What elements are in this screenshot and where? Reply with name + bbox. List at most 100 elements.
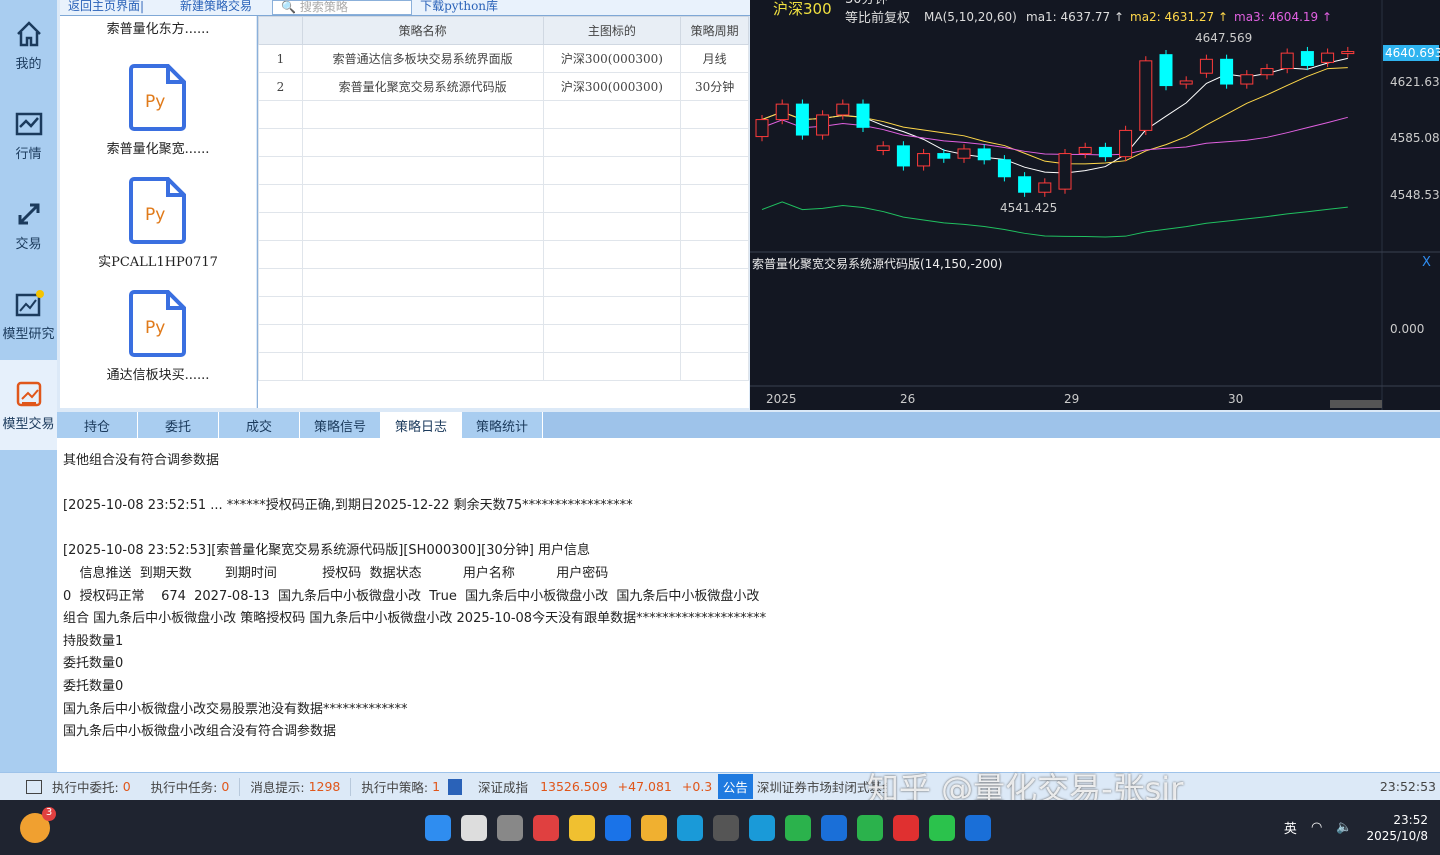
- message-count[interactable]: 1298: [309, 779, 341, 794]
- sidebar-item-trade[interactable]: 交易: [0, 180, 57, 270]
- adjust-label: 等比前复权: [845, 10, 910, 26]
- taskbar-app-icon[interactable]: [605, 814, 631, 841]
- sidebar-item-model-research[interactable]: 模型研究: [0, 270, 57, 360]
- taskbar-app-icon[interactable]: [425, 814, 451, 841]
- weather-widget[interactable]: 3: [20, 806, 56, 843]
- table-row[interactable]: 2 索普量化聚宽交易系统源代码版 沪深300(000300) 30分钟: [258, 72, 749, 101]
- table-cell: [258, 324, 303, 353]
- table-cell: [301, 156, 544, 185]
- table-cell: [680, 184, 749, 213]
- table-row[interactable]: 1 索普通达信多板块交易系统界面版 沪深300(000300) 月线: [258, 44, 749, 73]
- back-home-link[interactable]: 返回主页界面|: [60, 0, 152, 15]
- taskbar-app-icon[interactable]: [677, 814, 703, 841]
- sidebar-item-label: 交易: [15, 236, 42, 252]
- ime-indicator[interactable]: 英: [1284, 818, 1297, 837]
- message-label[interactable]: 消息提示:: [250, 777, 304, 796]
- close-indicator-button[interactable]: X: [1422, 255, 1431, 270]
- table-cell: [258, 268, 303, 297]
- table-cell: 2: [258, 72, 303, 101]
- clock-date[interactable]: 2025/10/8: [1366, 828, 1428, 844]
- taskbar-app-icon[interactable]: [461, 814, 487, 841]
- ma1-value: ma1: 4637.77 ↑: [1026, 10, 1124, 24]
- sidebar-item-mine[interactable]: 我的: [0, 0, 57, 90]
- table-row[interactable]: [258, 324, 749, 353]
- table-cell: [542, 352, 682, 381]
- taskbar-app-icon[interactable]: [533, 814, 559, 841]
- log-line: 组合 国九条后中小板微盘小改 策略授权码 国九条后中小板微盘小改 2025-10…: [63, 611, 767, 627]
- taskbar-app-icon[interactable]: [965, 814, 991, 841]
- table-cell: [542, 324, 682, 353]
- table-row[interactable]: [258, 268, 749, 297]
- tab-2[interactable]: 成交: [219, 412, 300, 438]
- table-cell: [301, 128, 544, 157]
- sidebar-item-market[interactable]: 行情: [0, 90, 57, 180]
- download-python-link[interactable]: 下载python库: [412, 0, 506, 15]
- sidebar-item-model-trade[interactable]: 模型交易: [0, 360, 57, 450]
- table-row[interactable]: [258, 100, 749, 129]
- date-tick: 30: [1228, 392, 1243, 406]
- tab-1[interactable]: 委托: [138, 412, 219, 438]
- column-header[interactable]: [258, 16, 303, 45]
- candle: [1240, 74, 1254, 85]
- table-cell: 月线: [680, 44, 749, 73]
- table-cell: [680, 296, 749, 325]
- search-strategy-input[interactable]: 🔍 搜索策略: [272, 0, 413, 15]
- wifi-icon[interactable]: ◠: [1311, 820, 1322, 835]
- tab-0[interactable]: 持仓: [57, 412, 138, 438]
- volume-icon[interactable]: 🔈: [1336, 820, 1352, 835]
- candle: [917, 153, 931, 167]
- candle: [1179, 80, 1193, 85]
- taskbar-app-icon[interactable]: [929, 814, 955, 841]
- date-tick: 26: [900, 392, 915, 406]
- clock-time[interactable]: 23:52: [1366, 812, 1428, 828]
- table-row[interactable]: [258, 352, 749, 381]
- taskbar-app-icon[interactable]: [713, 814, 739, 841]
- table-row[interactable]: [258, 240, 749, 269]
- column-header[interactable]: 主图标的: [542, 16, 682, 45]
- log-line: 委托数量0: [63, 656, 124, 672]
- table-row[interactable]: [258, 128, 749, 157]
- taskbar-app-icon[interactable]: [497, 814, 523, 841]
- tab-5[interactable]: 策略统计: [462, 412, 543, 438]
- ma-line-1: [761, 57, 1348, 174]
- notice-badge[interactable]: 公告: [717, 774, 753, 799]
- taskbar-app-icon[interactable]: [821, 814, 847, 841]
- taskbar-app-icon[interactable]: [785, 814, 811, 841]
- table-cell: [680, 128, 749, 157]
- table-cell: [680, 156, 749, 185]
- sidebar-item-label: 我的: [15, 56, 42, 72]
- taskbar-app-icon[interactable]: [749, 814, 775, 841]
- sidebar-item-label: 模型交易: [2, 416, 55, 432]
- taskbar-app-icon[interactable]: [641, 814, 667, 841]
- taskbar-app-icon[interactable]: [893, 814, 919, 841]
- table-cell: [301, 296, 544, 325]
- kline-chart[interactable]: 沪深300 30分钟等比前复权 MA(5,10,20,60) ma1: 4637.77…: [750, 0, 1440, 410]
- candle: [795, 103, 809, 136]
- column-header[interactable]: 策略周期: [680, 16, 749, 45]
- table-cell: [680, 212, 749, 241]
- tab-3[interactable]: 策略信号: [300, 412, 381, 438]
- tab-4[interactable]: 策略日志: [381, 412, 462, 438]
- sidebar: 我的 行情 交易 模型研究 模型交易: [0, 0, 57, 772]
- candle: [755, 119, 769, 138]
- table-cell: [680, 100, 749, 129]
- table-row[interactable]: [258, 296, 749, 325]
- strategy-file-item[interactable]: Py 通达信板块买......: [60, 278, 256, 391]
- taskbar-app-icon[interactable]: [569, 814, 595, 841]
- table-row[interactable]: [258, 184, 749, 213]
- strategy-file-item[interactable]: Py 实PCALL1HP0717: [60, 165, 256, 278]
- candle: [856, 103, 870, 128]
- taskbar-app-icon[interactable]: [857, 814, 883, 841]
- new-strategy-link[interactable]: 新建策略交易: [172, 0, 260, 15]
- table-row[interactable]: [258, 212, 749, 241]
- toolbar: 返回主页界面| 新建策略交易 🔍 搜索策略 下载python库: [60, 0, 750, 16]
- strategy-file-item[interactable]: Py 索普量化聚宽......: [60, 52, 256, 165]
- table-cell: [301, 184, 544, 213]
- chart-scrollbar[interactable]: [1330, 400, 1382, 408]
- table-row[interactable]: [258, 156, 749, 185]
- indicator-title: 索普量化聚宽交易系统源代码版(14,150,-200): [752, 256, 1002, 271]
- column-header[interactable]: 策略名称: [301, 16, 544, 45]
- strategy-file-label: 索普量化聚宽......: [106, 142, 210, 157]
- strategy-file-item[interactable]: 索普量化东方......: [60, 16, 256, 52]
